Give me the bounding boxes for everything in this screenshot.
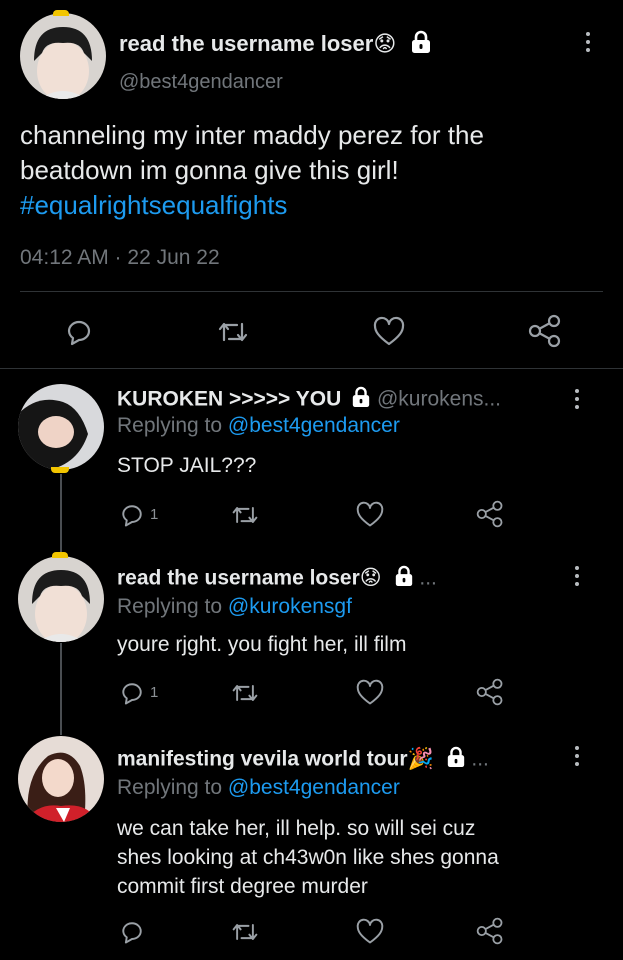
- replying-to-handle-link[interactable]: @best4gendancer: [228, 414, 400, 437]
- reply1-text: STOP JAIL???: [117, 454, 257, 477]
- lock-icon: [410, 30, 432, 60]
- share-icon[interactable]: [475, 678, 505, 706]
- main-tweet-text: channeling my inter maddy perez for the …: [20, 118, 484, 223]
- like-icon[interactable]: [355, 501, 385, 529]
- reply-icon[interactable]: [118, 679, 146, 707]
- thread-line: [60, 474, 62, 556]
- reply1-display-name[interactable]: KUROKEN >>>>> YOU: [117, 388, 341, 411]
- retweet-icon[interactable]: [230, 918, 260, 946]
- replying-to-label: Replying to: [117, 776, 223, 799]
- reply-icon[interactable]: [63, 316, 95, 348]
- reply3-text-line3: commit first degree murder: [117, 875, 368, 898]
- reply2-handle[interactable]: ...: [419, 567, 437, 590]
- reply2-avatar[interactable]: [18, 556, 104, 642]
- share-icon[interactable]: [475, 917, 505, 945]
- main-display-name-text: read the username loser😟: [119, 30, 397, 56]
- reply3-display-name[interactable]: manifesting vevila world tour🎉: [117, 748, 434, 771]
- lock-icon: [394, 565, 414, 593]
- reply3-text-line1: we can take her, ill help. so will sei c…: [117, 817, 476, 840]
- like-icon[interactable]: [355, 679, 385, 707]
- main-divider-bottom: [0, 368, 623, 369]
- retweet-icon[interactable]: [230, 501, 260, 529]
- reply-icon[interactable]: [118, 918, 146, 946]
- reply-icon[interactable]: [118, 501, 146, 529]
- main-tweet-text-line1: channeling my inter maddy perez for the: [20, 120, 484, 150]
- replying-to-label: Replying to: [117, 414, 223, 437]
- hashtag-link[interactable]: #equalrightsequalfights: [20, 188, 484, 223]
- reply3-handle[interactable]: ...: [471, 748, 489, 771]
- main-more-options-icon[interactable]: [585, 32, 591, 56]
- main-avatar[interactable]: [20, 13, 106, 99]
- thread-line: [60, 643, 62, 735]
- reply2-replying-to: Replying to @kurokensgf: [117, 595, 352, 619]
- reply2-header: read the username loser😟 ...: [117, 565, 437, 593]
- main-timestamp: 04:12 AM · 22 Jun 22: [20, 246, 220, 269]
- main-divider-top: [20, 291, 603, 292]
- reply1-header: KUROKEN >>>>> YOU @kurokens...: [117, 386, 501, 414]
- reply2-reply-count: 1: [150, 684, 159, 701]
- lock-icon: [446, 746, 466, 774]
- like-icon[interactable]: [372, 316, 406, 348]
- share-icon[interactable]: [475, 500, 505, 528]
- crown-badge: [51, 467, 69, 473]
- reply1-reply-count: 1: [150, 506, 159, 523]
- replying-to-label: Replying to: [117, 595, 223, 618]
- reply3-avatar[interactable]: [18, 736, 104, 822]
- reply2-display-name[interactable]: read the username loser😟: [117, 567, 382, 590]
- reply3-text-line2: shes looking at ch43w0n like shes gonna: [117, 846, 499, 869]
- reply2-more-options-icon[interactable]: [574, 566, 580, 590]
- reply3-text: we can take her, ill help. so will sei c…: [117, 814, 499, 901]
- reply1-handle[interactable]: @kurokens...: [377, 388, 501, 411]
- reply1-avatar[interactable]: [18, 384, 104, 470]
- retweet-icon[interactable]: [216, 316, 250, 348]
- like-icon[interactable]: [355, 918, 385, 946]
- replying-to-handle-link[interactable]: @kurokensgf: [228, 595, 352, 618]
- reply3-replying-to: Replying to @best4gendancer: [117, 776, 400, 800]
- main-display-name[interactable]: read the username loser😟: [119, 30, 432, 60]
- reply2-text: youre rjght. you fight her, ill film: [117, 633, 407, 656]
- replying-to-handle-link[interactable]: @best4gendancer: [228, 776, 400, 799]
- reply1-replying-to: Replying to @best4gendancer: [117, 414, 400, 438]
- reply3-header: manifesting vevila world tour🎉 ...: [117, 746, 489, 774]
- main-tweet-text-line2: beatdown im gonna give this girl!: [20, 155, 399, 185]
- reply3-more-options-icon[interactable]: [574, 746, 580, 770]
- retweet-icon[interactable]: [230, 679, 260, 707]
- reply1-more-options-icon[interactable]: [574, 389, 580, 413]
- crown-badge: [52, 552, 68, 558]
- main-handle[interactable]: @best4gendancer: [119, 71, 283, 94]
- crown-badge: [53, 10, 69, 16]
- share-icon[interactable]: [527, 314, 563, 348]
- lock-icon: [351, 386, 371, 414]
